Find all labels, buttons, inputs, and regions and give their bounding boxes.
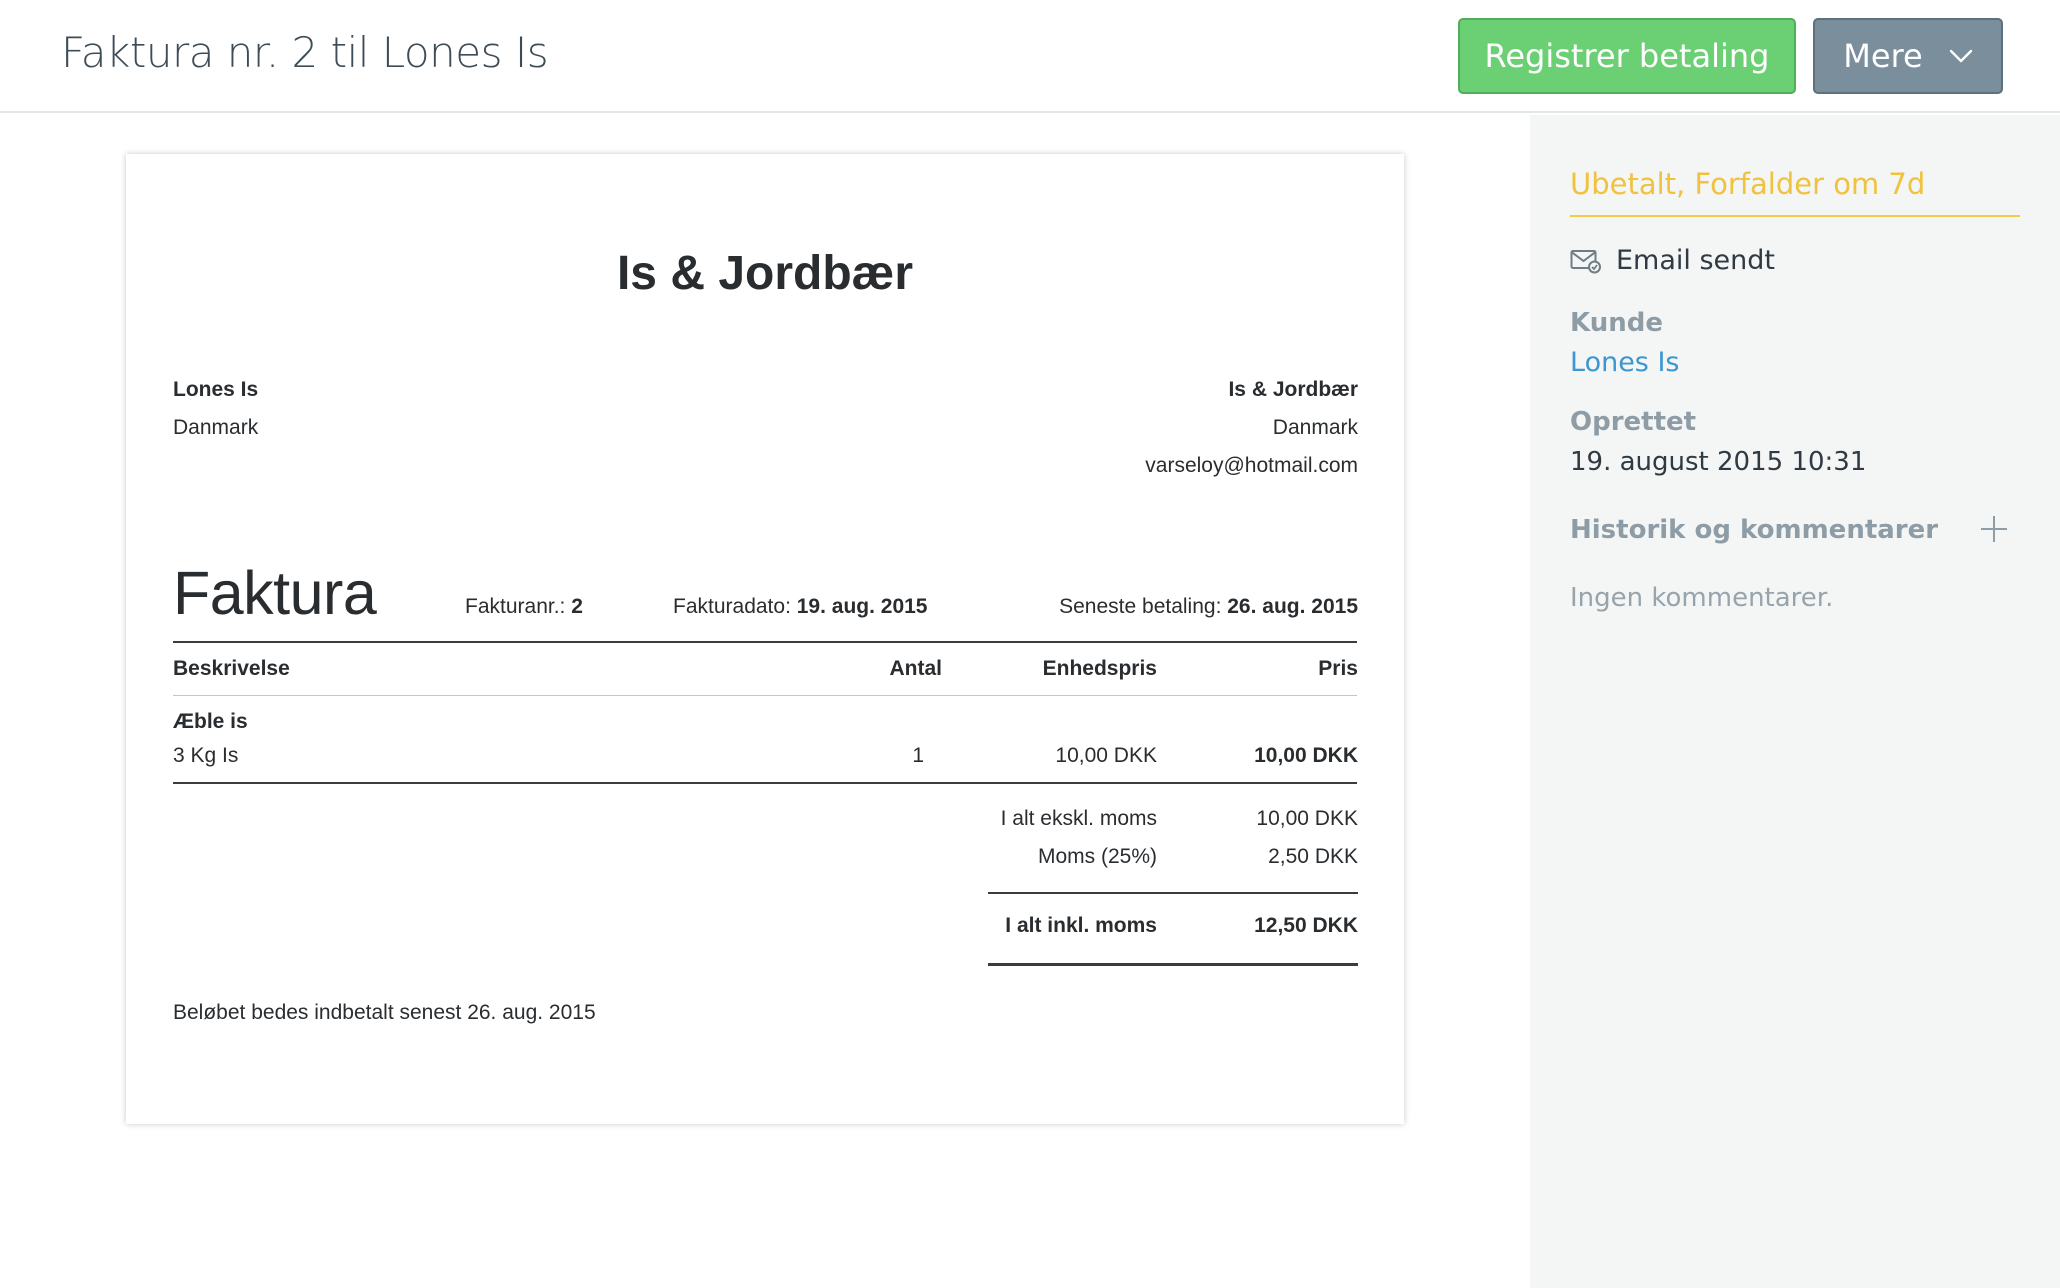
recipient-name: Lones Is xyxy=(173,378,259,401)
vat-label: Moms (25%) xyxy=(1037,845,1157,868)
total-value: 12,50 DKK xyxy=(1254,914,1358,937)
sender-name: Is & Jordbær xyxy=(1228,378,1358,401)
top-bar: Faktura nr. 2 til Lones Is Registrer bet… xyxy=(0,0,2060,113)
header-row-divider xyxy=(173,695,1357,696)
history-comments-label: Historik og kommentarer xyxy=(1570,515,1939,545)
invoice-date: Fakturadato: 19. aug. 2015 xyxy=(673,595,927,619)
line-item-name: Æble is xyxy=(173,710,248,733)
page-title: Faktura nr. 2 til Lones Is xyxy=(61,28,549,77)
more-label: Mere xyxy=(1843,37,1923,75)
totals-divider xyxy=(988,892,1358,894)
chevron-down-icon xyxy=(1949,49,1972,63)
created-value: 19. august 2015 10:31 xyxy=(1570,447,1867,477)
column-header-price: Pris xyxy=(1318,657,1358,680)
email-status-text: Email sendt xyxy=(1616,245,1776,276)
register-payment-label: Registrer betaling xyxy=(1484,37,1770,75)
recipient-country: Danmark xyxy=(173,416,259,439)
invoice-company-heading: Is & Jordbær xyxy=(616,247,914,300)
no-comments-text: Ingen kommentarer. xyxy=(1570,583,1834,613)
plus-icon[interactable] xyxy=(1978,513,2010,545)
email-status-row: Email sendt xyxy=(1570,245,1775,276)
table-top-divider xyxy=(173,641,1357,643)
payment-status: Ubetalt, Forfalder om 7d xyxy=(1570,167,2020,217)
envelope-icon xyxy=(1570,249,1601,273)
customer-link[interactable]: Lones Is xyxy=(1570,347,1680,378)
invoice-due-value: 26. aug. 2015 xyxy=(1227,595,1358,618)
vat-value: 2,50 DKK xyxy=(1268,845,1358,868)
column-header-unit-price: Enhedspris xyxy=(1042,657,1157,680)
invoice-sidebar: Ubetalt, Forfalder om 7d Email sendt Kun… xyxy=(1530,115,2060,1288)
invoice-document: Is & Jordbær Lones Is Danmark Is & Jordb… xyxy=(126,154,1404,1124)
items-bottom-divider xyxy=(173,782,1357,784)
more-dropdown-button[interactable]: Mere xyxy=(1813,18,2003,94)
sender-country: Danmark xyxy=(1272,416,1358,439)
subtotal-value: 10,00 DKK xyxy=(1256,807,1358,830)
register-payment-button[interactable]: Registrer betaling xyxy=(1458,18,1796,94)
column-header-description: Beskrivelse xyxy=(173,657,290,680)
line-item-price: 10,00 DKK xyxy=(1254,744,1358,767)
created-label: Oprettet xyxy=(1570,407,1697,437)
total-double-underline xyxy=(988,963,1358,966)
total-label: I alt inkl. moms xyxy=(1005,914,1157,937)
invoice-title: Faktura xyxy=(173,559,377,627)
invoice-number: Fakturanr.: 2 xyxy=(465,595,583,619)
invoice-date-value: 19. aug. 2015 xyxy=(796,595,928,618)
line-item-description: 3 Kg Is xyxy=(173,744,239,767)
invoice-number-label: Fakturanr.: xyxy=(465,595,572,618)
customer-label: Kunde xyxy=(1570,308,1663,338)
invoice-number-value: 2 xyxy=(571,595,583,618)
invoice-due-label: Seneste betaling: xyxy=(1059,595,1228,618)
line-item-unit-price: 10,00 DKK xyxy=(1055,744,1157,767)
payment-note: Beløbet bedes indbetalt senest 26. aug. … xyxy=(173,1001,596,1024)
invoice-date-label: Fakturadato: xyxy=(673,595,797,618)
line-item-quantity: 1 xyxy=(912,744,924,767)
invoice-due-date: Seneste betaling: 26. aug. 2015 xyxy=(1059,595,1358,619)
column-header-quantity: Antal xyxy=(889,657,943,680)
sender-email: varseloy@hotmail.com xyxy=(1145,454,1358,477)
subtotal-label: I alt ekskl. moms xyxy=(1000,807,1157,830)
